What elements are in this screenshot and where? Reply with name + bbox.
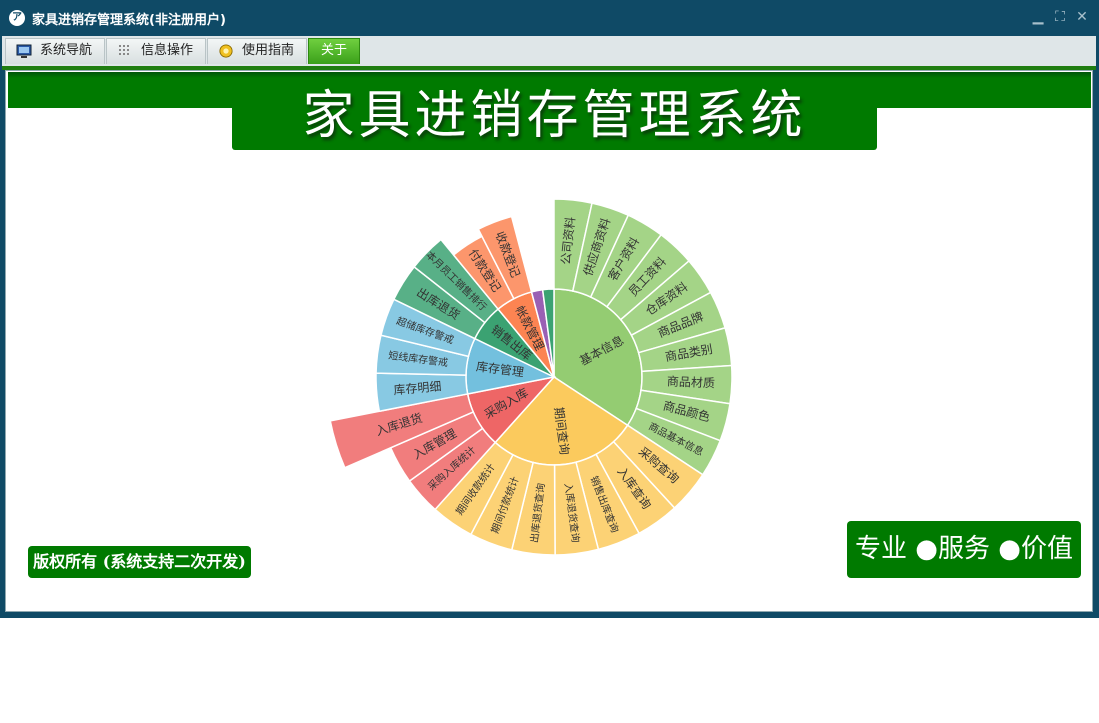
window-title: 家具进销存管理系统(非注册用户) [32, 13, 226, 28]
slogan-badge: 专业 ●服务 ●价值 [847, 521, 1081, 578]
title-bar[interactable]: ア 家具进销存管理系统(非注册用户) ▁ ⛶ ✕ [0, 0, 1099, 36]
page-title: 家具进销存管理系统 [302, 86, 807, 146]
help-icon [219, 44, 233, 58]
minimize-icon[interactable]: ▁ [1030, 8, 1046, 26]
tab-user-guide[interactable]: 使用指南 [207, 38, 307, 64]
tab-bar: 系统导航 信息操作 使用指南 关于 [2, 36, 1096, 66]
tab-label: 信息操作 [141, 43, 194, 58]
close-icon[interactable]: ✕ [1074, 8, 1090, 26]
restore-icon[interactable]: ⛶ [1052, 8, 1068, 26]
tab-label: 使用指南 [242, 43, 295, 58]
tab-label: 系统导航 [40, 43, 93, 58]
grid-icon [119, 45, 129, 55]
sunburst-item-label: 商品材质 [667, 373, 716, 390]
tab-about[interactable]: 关于 [308, 38, 360, 64]
app-logo-icon: ア [9, 10, 25, 26]
monitor-icon [16, 44, 32, 58]
tab-system-navigation[interactable]: 系统导航 [5, 38, 105, 64]
tab-info-operation[interactable]: 信息操作 [106, 38, 206, 64]
module-sunburst-chart: 基本信息公司资料 供应商资料客户资料员工资料仓库资料商品品牌商品类别商品材质商品颜… [329, 198, 733, 556]
copyright-badge: 版权所有 (系统支持二次开发) [28, 546, 251, 578]
tab-label: 关于 [321, 43, 348, 58]
